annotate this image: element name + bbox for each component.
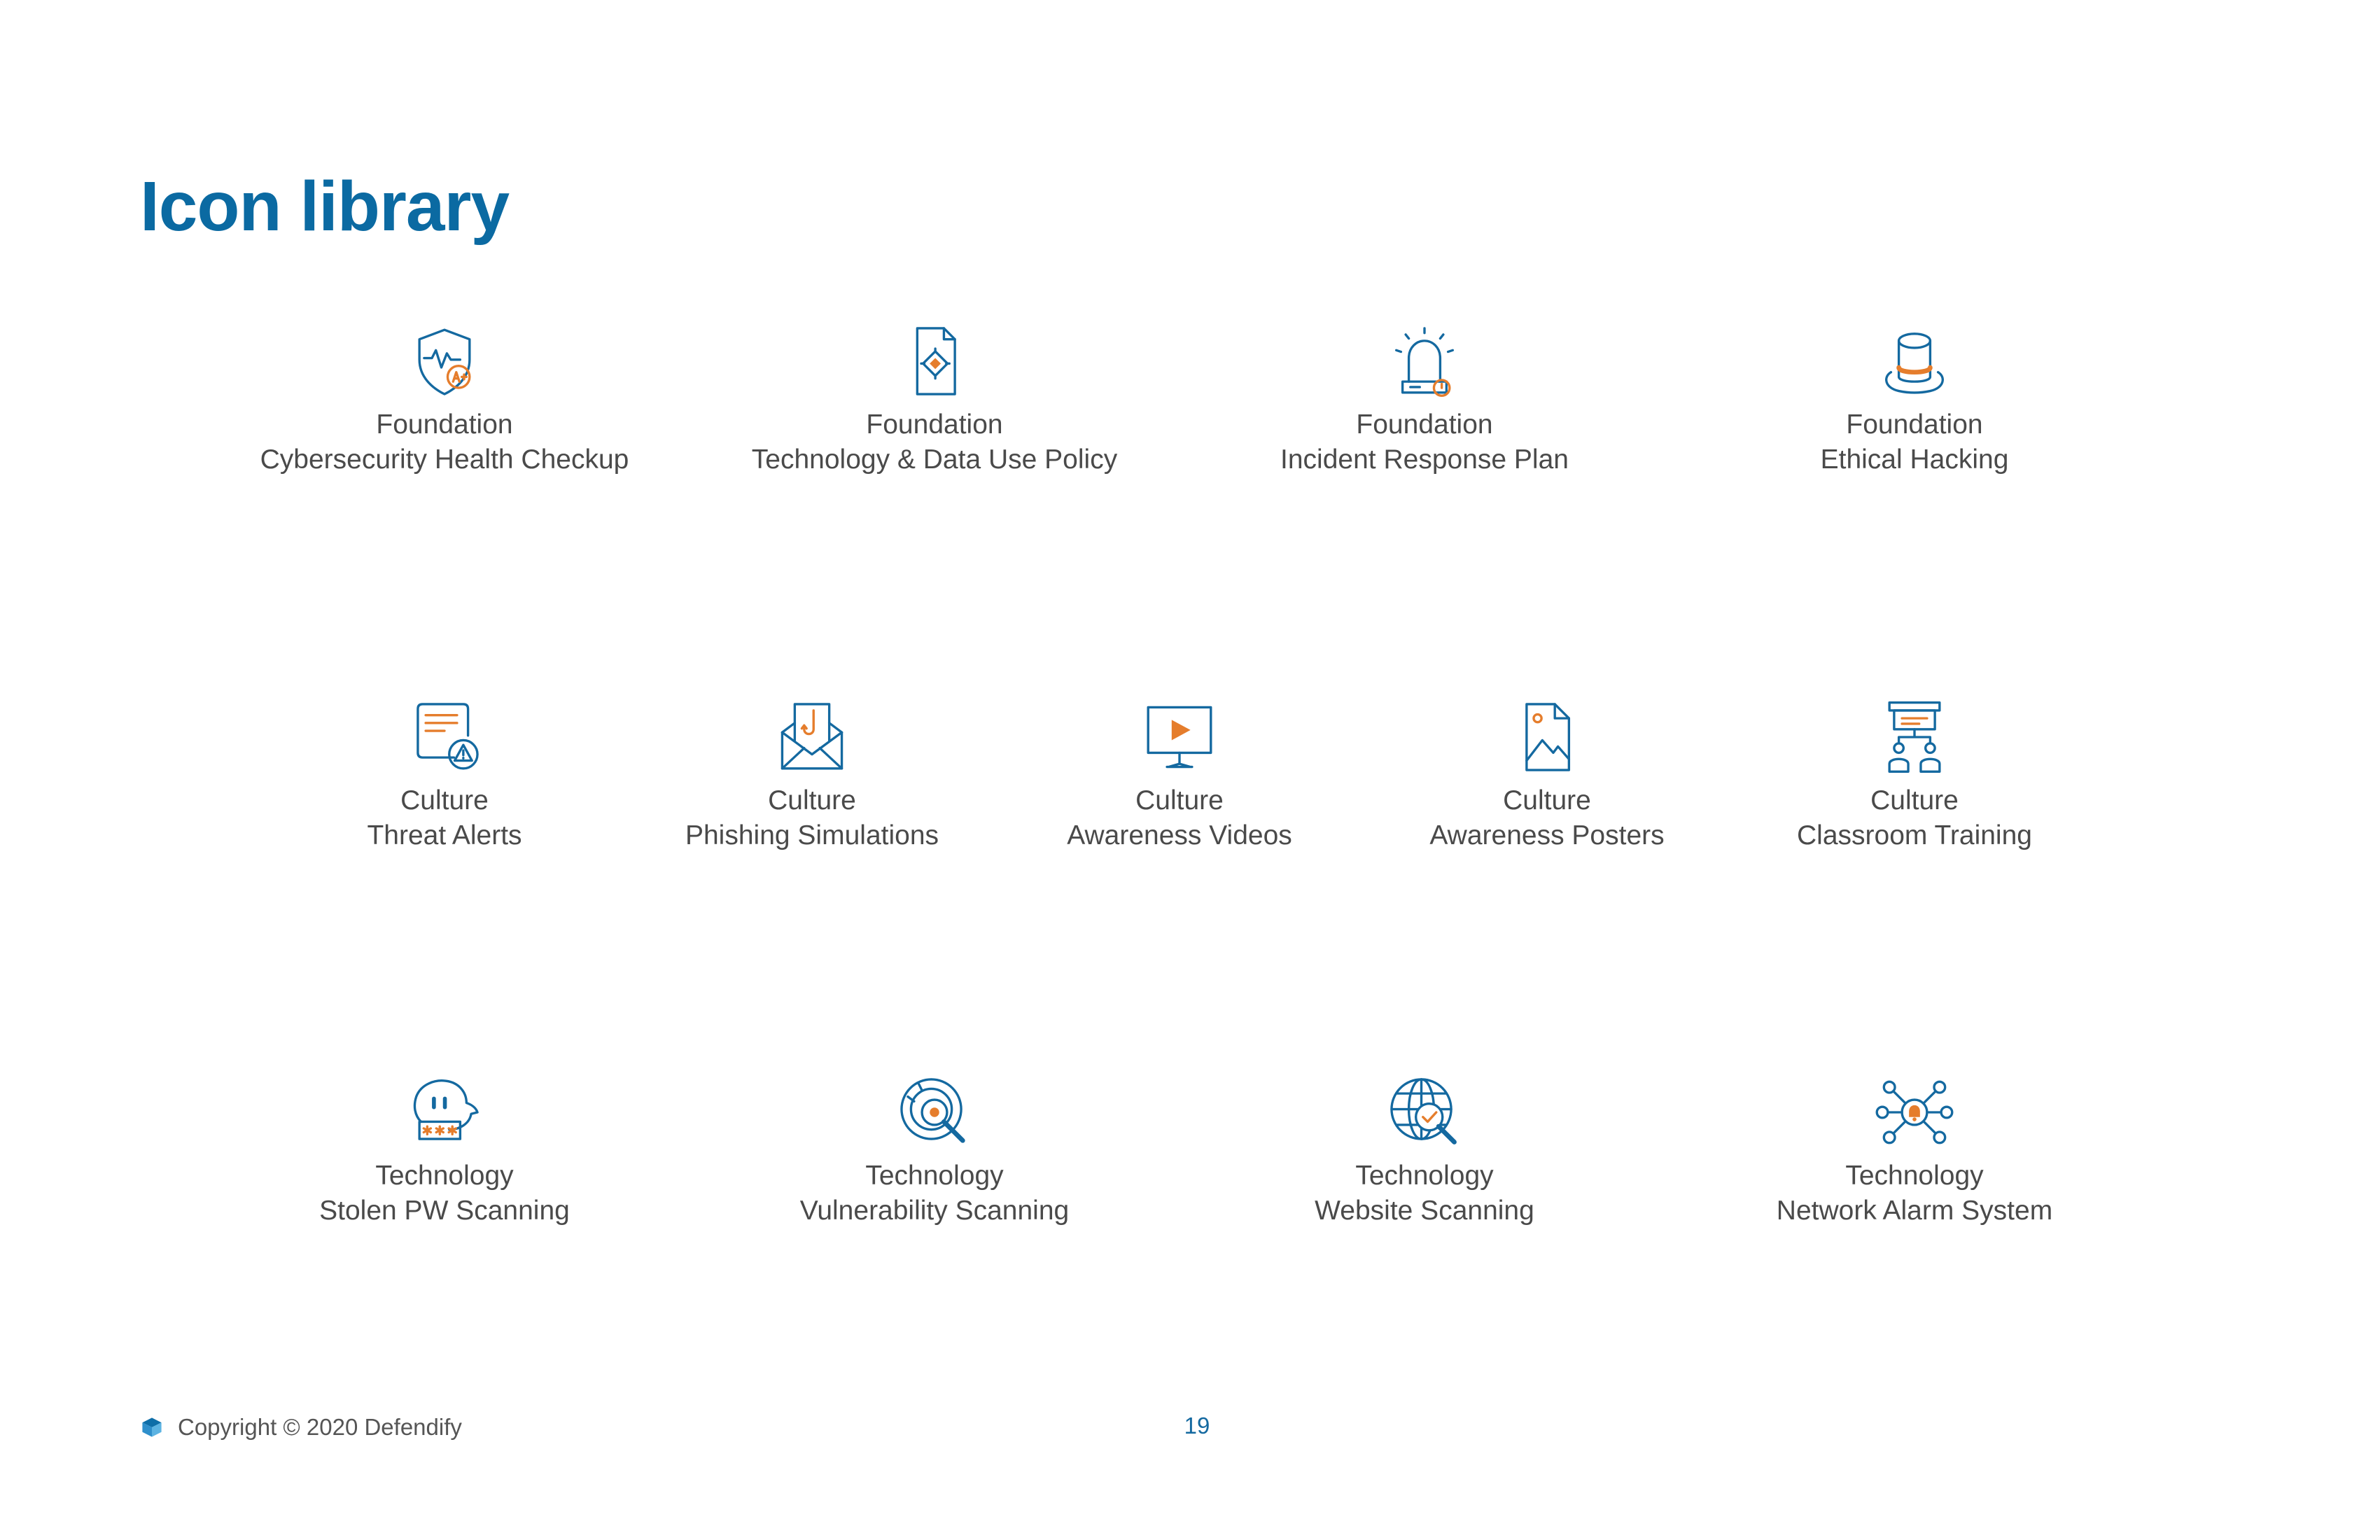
network-bell-icon <box>1875 1073 1954 1152</box>
document-chip-icon <box>895 322 974 400</box>
icon-tile-website-scanning: Technology Website Scanning <box>1186 1073 1662 1255</box>
tile-name: Ethical Hacking <box>1820 444 2009 475</box>
tile-category: Foundation <box>1846 410 1983 440</box>
footer: Copyright © 2020 Defendify <box>140 1414 462 1441</box>
icon-tile-vulnerability-scanning: Technology Vulnerability Scanning <box>696 1073 1172 1255</box>
icon-tile-classroom-training: Culture Classroom Training <box>1676 698 2152 880</box>
tile-name: Awareness Videos <box>1067 820 1292 850</box>
icon-tile-incident-response-plan: Foundation Incident Response Plan <box>1186 322 1662 504</box>
defendify-cube-icon <box>140 1415 164 1439</box>
tile-category: Foundation <box>866 410 1003 440</box>
tile-name: Website Scanning <box>1315 1196 1534 1226</box>
icon-tile-ethical-hacking: Foundation Ethical Hacking <box>1676 322 2152 504</box>
shield-heartbeat-grade-icon <box>405 322 484 400</box>
globe-check-icon <box>1385 1073 1464 1152</box>
tile-category: Foundation <box>1356 410 1493 440</box>
copyright-text: Copyright © 2020 Defendify <box>178 1414 462 1440</box>
tile-name: Technology & Data Use Policy <box>751 444 1118 475</box>
envelope-hook-icon <box>773 698 851 776</box>
tile-category: Culture <box>400 785 489 816</box>
tile-category: Culture <box>1870 785 1959 816</box>
classroom-icon <box>1875 698 1954 776</box>
password-chat-icon <box>405 1073 484 1152</box>
tile-name: Phishing Simulations <box>685 820 939 850</box>
warning-message-icon <box>405 698 484 776</box>
tile-category: Technology <box>1845 1161 1984 1191</box>
tile-name: Classroom Training <box>1797 820 2032 850</box>
video-monitor-icon <box>1140 698 1219 776</box>
tile-category: Culture <box>1503 785 1591 816</box>
target-magnifier-icon <box>895 1073 974 1152</box>
alarm-siren-icon <box>1385 322 1464 400</box>
icon-tile-network-alarm-system: Technology Network Alarm System <box>1676 1073 2152 1255</box>
tile-category: Technology <box>865 1161 1004 1191</box>
tile-category: Foundation <box>376 410 513 440</box>
tile-category: Culture <box>768 785 856 816</box>
tile-name: Stolen PW Scanning <box>319 1196 570 1226</box>
tile-name: Incident Response Plan <box>1280 444 1569 475</box>
tile-name: Cybersecurity Health Checkup <box>260 444 629 475</box>
icon-tile-cybersecurity-health-checkup: Foundation Cybersecurity Health Checkup <box>206 322 682 504</box>
tile-name: Threat Alerts <box>367 820 522 850</box>
tile-category: Technology <box>375 1161 514 1191</box>
icon-tile-technology-data-use-policy: Foundation Technology & Data Use Policy <box>696 322 1172 504</box>
white-hat-icon <box>1875 322 1954 400</box>
page-title: Icon library <box>140 167 510 246</box>
icon-tile-stolen-pw-scanning: Technology Stolen PW Scanning <box>206 1073 682 1255</box>
tile-name: Vulnerability Scanning <box>799 1196 1070 1226</box>
tile-category: Technology <box>1355 1161 1494 1191</box>
tile-name: Awareness Posters <box>1429 820 1665 850</box>
tile-name: Network Alarm System <box>1776 1196 2053 1226</box>
page-number: 19 <box>1184 1413 1210 1438</box>
tile-category: Culture <box>1135 785 1224 816</box>
poster-image-icon <box>1508 698 1586 776</box>
